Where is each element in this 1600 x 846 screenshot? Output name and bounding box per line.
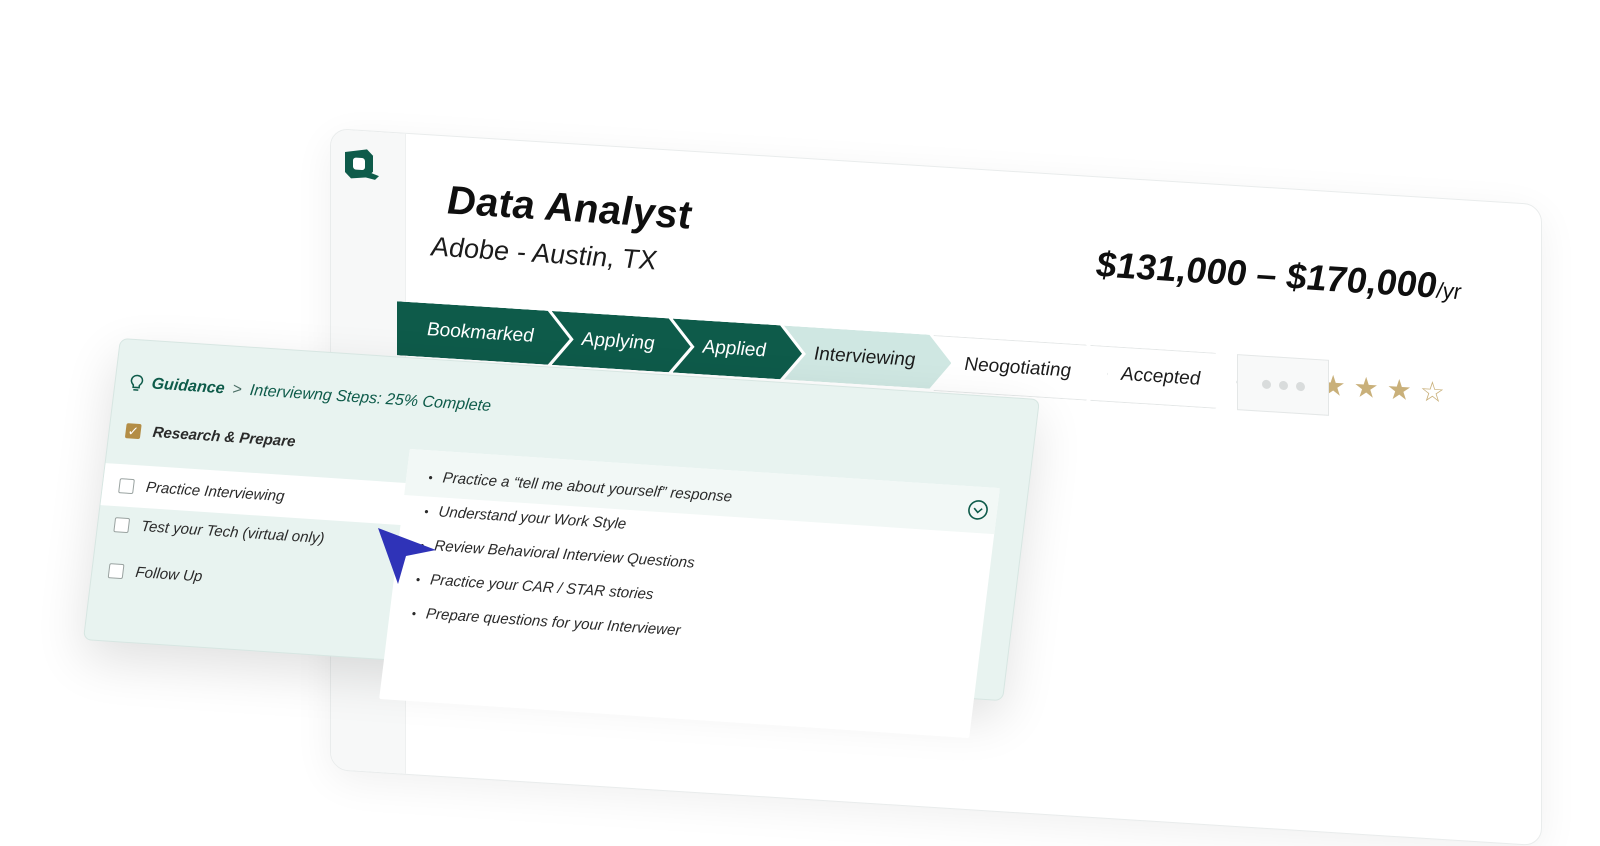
task-research-prepare[interactable]: ✓ Research & Prepare — [125, 422, 297, 450]
more-options-button[interactable] — [1237, 354, 1329, 416]
task-label: Practice Interviewing — [145, 478, 285, 504]
detail-list: Practice a “tell me about yourself” resp… — [409, 468, 733, 658]
step-label: Bookmarked — [427, 319, 534, 348]
pipeline-step-bookmarked[interactable]: Bookmarked — [397, 301, 570, 366]
chevron-down-circle-icon[interactable] — [966, 498, 991, 521]
task-label: Test your Tech (virtual only) — [140, 518, 325, 547]
pipeline-step-applying[interactable]: Applying — [552, 311, 691, 374]
pointer-cursor-icon — [376, 526, 440, 586]
checkbox-checked[interactable]: ✓ — [125, 423, 142, 439]
task-follow-up[interactable]: Follow Up — [108, 562, 204, 585]
pipeline-step-accepted[interactable]: Accepted — [1090, 345, 1237, 410]
guidance-breadcrumb: Guidance > Interviewng Steps: 25% Comple… — [128, 374, 491, 416]
dot-icon — [1262, 379, 1271, 389]
logo-icon[interactable] — [339, 144, 383, 187]
breadcrumb-separator: > — [231, 381, 243, 400]
salary-period: /yr — [1437, 278, 1461, 305]
dot-icon — [1296, 381, 1305, 391]
star-empty-icon[interactable]: ☆ — [1420, 378, 1445, 408]
list-item: Understand your Work Style — [423, 502, 729, 539]
job-company-location: Adobe - Austin, TX — [431, 231, 657, 276]
guidance-panel: Guidance > Interviewng Steps: 25% Comple… — [83, 338, 1040, 701]
task-label: Follow Up — [135, 564, 204, 585]
checkbox[interactable] — [113, 517, 130, 533]
step-label: Interviewing — [814, 343, 915, 371]
guidance-label[interactable]: Guidance — [150, 375, 225, 398]
progress-text: Interviewng Steps: 25% Complete — [249, 382, 492, 416]
job-title: Data Analyst — [447, 178, 691, 238]
task-detail-panel: Practice a “tell me about yourself” resp… — [379, 449, 1000, 738]
task-test-your-tech[interactable]: Test your Tech (virtual only) — [113, 516, 325, 547]
checkbox[interactable] — [118, 478, 135, 494]
lightbulb-icon — [128, 374, 144, 393]
scene: Data Analyst Adobe - Austin, TX $131,000… — [0, 0, 1600, 777]
star-icon[interactable]: ★ — [1387, 375, 1412, 405]
salary-range: $131,000 – $170,000/yr — [1096, 243, 1461, 308]
step-label: Neogotiating — [964, 354, 1071, 383]
list-item: Prepare questions for your Interviewer — [411, 604, 717, 641]
list-item: Practice your CAR / STAR stories — [415, 570, 721, 607]
checkbox[interactable] — [108, 563, 125, 579]
pipeline-step-interviewing[interactable]: Interviewing — [784, 326, 951, 391]
pipeline-step-applied[interactable]: Applied — [673, 319, 802, 381]
task-practice-interviewing[interactable]: Practice Interviewing — [100, 463, 411, 525]
pipeline-step-negotiating[interactable]: Neogotiating — [933, 335, 1108, 402]
dot-icon — [1279, 380, 1288, 390]
task-label: Research & Prepare — [152, 424, 297, 450]
step-label: Applied — [703, 336, 766, 362]
salary-amount: $131,000 – $170,000 — [1096, 243, 1436, 305]
step-label: Applying — [582, 329, 655, 356]
star-icon[interactable]: ★ — [1354, 373, 1379, 403]
list-item: Review Behavioral Interview Questions — [419, 536, 725, 573]
step-label: Accepted — [1121, 364, 1200, 391]
